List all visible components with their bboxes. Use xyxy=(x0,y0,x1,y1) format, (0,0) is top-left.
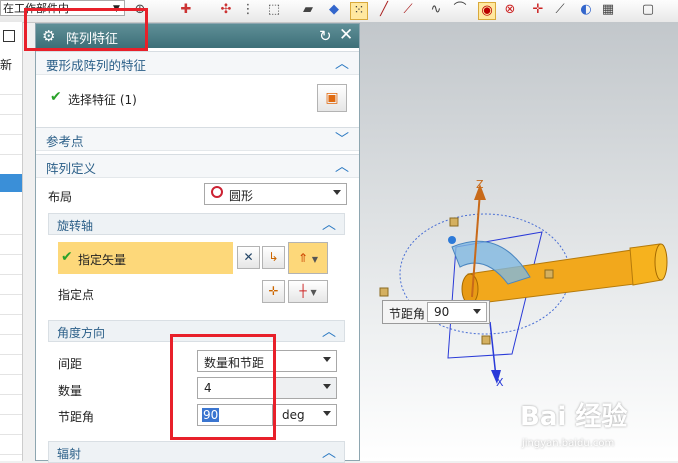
section-label: 参考点 xyxy=(46,134,84,149)
chevron-down-icon[interactable]: ﹀ xyxy=(335,129,349,149)
pitch-unit-dropdown[interactable]: deg xyxy=(275,404,337,426)
point-dialog-icon: ✛ xyxy=(268,284,279,298)
chevron-down-icon xyxy=(323,357,331,362)
part-navigator-strip xyxy=(0,22,23,461)
navigator-column-header: 新 xyxy=(0,58,13,72)
chevron-up-icon[interactable]: ︿ xyxy=(322,321,336,341)
inferred-point-dropdown[interactable]: ┼ ▼ xyxy=(288,280,328,303)
handle xyxy=(449,217,459,227)
pitch-float-field[interactable]: 90 xyxy=(427,302,487,322)
chevron-up-icon[interactable]: ︿ xyxy=(322,442,336,462)
section-pattern-definition[interactable]: 阵列定义 ︿ xyxy=(36,154,359,178)
specify-vector-label: 指定矢量 xyxy=(78,253,127,267)
chevron-down-icon: ▼ xyxy=(310,288,317,297)
grid-icon[interactable]: ⋮ xyxy=(240,2,256,18)
line-point-icon[interactable]: ⟋ xyxy=(400,2,416,18)
close-icon[interactable]: ✕ xyxy=(339,25,353,45)
count-label: 数量 xyxy=(58,384,83,398)
model-view xyxy=(379,184,668,384)
surface-icon[interactable]: ◐ xyxy=(578,2,594,18)
subsection-label: 旋转轴 xyxy=(57,219,94,233)
section-label: 阵列定义 xyxy=(46,161,97,176)
navigator-selected-row[interactable] xyxy=(0,174,22,192)
table-icon[interactable]: ▦ xyxy=(600,2,616,18)
layout-dropdown[interactable]: 圆形 xyxy=(204,183,347,205)
handle xyxy=(379,287,389,297)
handle xyxy=(544,269,554,279)
line-icon[interactable]: ╱ xyxy=(376,2,392,18)
chevron-up-icon[interactable]: ︿ xyxy=(335,53,349,73)
crosshair-icon[interactable]: ✛ xyxy=(530,2,546,18)
chevron-up-icon[interactable]: ︿ xyxy=(335,156,349,176)
subsection-label: 角度方向 xyxy=(57,326,106,340)
specify-vector-row[interactable]: ✔ 指定矢量 xyxy=(58,242,233,274)
x-axis-line xyxy=(489,321,497,378)
solid-icon[interactable]: ▰ xyxy=(300,2,316,18)
section-feature-to-pattern[interactable]: 要形成阵列的特征 ︿ xyxy=(36,51,359,75)
chevron-down-icon xyxy=(473,309,481,314)
spacing-label: 间距 xyxy=(58,357,83,371)
graphics-window[interactable]: Z X xyxy=(360,22,678,461)
chevron-down-icon xyxy=(323,411,331,416)
points-icon[interactable]: ⁙ xyxy=(350,2,368,20)
reverse-direction-button[interactable]: ✕ xyxy=(237,246,260,269)
select-feature-button[interactable]: ▣ xyxy=(317,84,347,112)
section-reference-point[interactable]: 参考点 ﹀ xyxy=(36,127,359,151)
feature-icon: ▣ xyxy=(325,90,339,106)
point-dialog-button[interactable]: ✛ xyxy=(262,280,285,303)
watermark-url: jingyan.baidu.com xyxy=(522,438,615,449)
chevron-down-icon: ▼ xyxy=(311,255,319,264)
checkbox-icon[interactable] xyxy=(3,30,15,42)
center-icon[interactable]: ◉ xyxy=(478,2,496,20)
cube-icon[interactable]: ◆ xyxy=(326,2,342,18)
chevron-down-icon xyxy=(333,190,341,195)
point-icon[interactable]: ✣ xyxy=(218,2,234,18)
layout-label: 布局 xyxy=(48,190,73,204)
view-icon[interactable]: ▢ xyxy=(640,2,656,18)
annotation-box-title xyxy=(24,8,148,51)
curve-icon[interactable]: ∿ xyxy=(428,2,444,18)
vector-dialog-icon: ↳ xyxy=(268,250,279,264)
x-axis-label: X xyxy=(496,376,504,389)
onscreen-pitch-angle-input[interactable]: 节距角 90 xyxy=(382,300,490,324)
vector-dialog-button[interactable]: ↳ xyxy=(262,246,285,269)
target-icon[interactable]: ⊗ xyxy=(502,2,518,18)
specify-point-label: 指定点 xyxy=(58,288,95,302)
subsection-rotation-axis[interactable]: 旋转轴 ︿ xyxy=(48,213,345,235)
inferred-vector-dropdown[interactable]: ⇑ ▼ xyxy=(288,242,328,274)
pitch-float-value: 90 xyxy=(434,305,450,319)
add-icon[interactable]: ✚ xyxy=(178,2,194,18)
subsection-label: 辐射 xyxy=(57,447,82,461)
check-icon: ✔ xyxy=(61,249,73,265)
circular-layout-icon xyxy=(211,186,223,198)
pitch-float-label: 节距角 xyxy=(389,307,426,321)
select-feature-label[interactable]: 选择特征 (1) xyxy=(68,91,137,108)
origin-point xyxy=(448,236,456,244)
reset-icon[interactable]: ↻ xyxy=(319,27,332,45)
reverse-direction-icon: ✕ xyxy=(243,250,254,264)
watermark-logo: Bai 经验 xyxy=(520,402,628,432)
point-crosshair-icon: ┼ xyxy=(299,284,307,298)
check-icon: ✔ xyxy=(50,89,62,105)
annotation-box-values xyxy=(170,334,276,440)
tangent-icon[interactable]: ⟋ xyxy=(552,2,568,18)
subsection-radiate[interactable]: 辐射 ︿ xyxy=(48,441,345,463)
layout-value: 圆形 xyxy=(229,189,254,203)
section-label: 要形成阵列的特征 xyxy=(46,58,147,73)
box-select-icon[interactable]: ⬚ xyxy=(266,2,282,18)
handle xyxy=(481,335,491,345)
chevron-up-icon[interactable]: ︿ xyxy=(322,214,336,234)
z-axis-label: Z xyxy=(476,178,484,191)
pitch-angle-label: 节距角 xyxy=(58,410,95,424)
flange-end xyxy=(654,243,668,281)
arc-icon[interactable]: ⌒ xyxy=(452,2,468,18)
pitch-unit-value: deg xyxy=(282,408,305,422)
vector-icon: ⇑ xyxy=(297,251,309,265)
chevron-down-icon xyxy=(323,384,331,389)
